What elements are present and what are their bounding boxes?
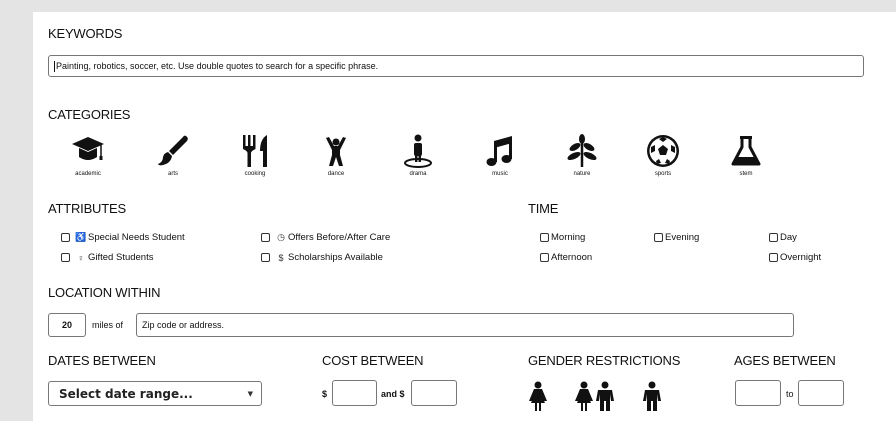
male-icon[interactable]	[641, 381, 663, 411]
category-label: sports	[654, 171, 672, 177]
fork-knife-icon	[243, 135, 267, 167]
checkbox[interactable]	[769, 253, 778, 262]
attribute-label: Offers Before/After Care	[288, 232, 391, 243]
checkbox[interactable]	[769, 233, 778, 242]
checkbox[interactable]	[540, 253, 549, 262]
cost-prefix: $	[322, 389, 328, 399]
attribute-before-after-care[interactable]: ◷ Offers Before/After Care	[261, 232, 390, 243]
female-icon[interactable]	[527, 381, 549, 411]
category-drama[interactable]: drama	[388, 133, 448, 177]
category-label: academic	[75, 171, 101, 177]
time-label: Afternoon	[551, 252, 593, 263]
ages-to-label: to	[786, 389, 794, 399]
age-min-input[interactable]	[735, 380, 781, 406]
category-label: cooking	[244, 171, 266, 177]
clock-icon: ◷	[277, 232, 285, 242]
cost-and-label: and $	[381, 389, 405, 399]
text-cursor	[54, 60, 55, 72]
attribute-label: Gifted Students	[88, 252, 154, 263]
paintbrush-icon	[158, 135, 188, 166]
category-label: arts	[167, 171, 178, 177]
date-range-value: Select date range...	[59, 386, 193, 401]
time-overnight[interactable]: Overnight	[769, 252, 821, 263]
categories-heading: CATEGORIES	[48, 107, 131, 122]
checkbox[interactable]	[61, 253, 70, 262]
stage-performer-icon	[404, 134, 432, 168]
checkbox[interactable]	[654, 233, 663, 242]
cost-max-input[interactable]	[411, 380, 457, 406]
coed-icon[interactable]	[573, 381, 617, 411]
time-label: Day	[780, 232, 797, 243]
leaf-sprout-icon	[567, 134, 597, 167]
dollar-icon: $	[278, 252, 284, 263]
time-label: Overnight	[780, 252, 822, 263]
time-heading: TIME	[528, 201, 559, 216]
checkbox[interactable]	[61, 233, 70, 242]
attribute-label: Scholarships Available	[288, 252, 383, 263]
category-label: music	[492, 171, 508, 177]
time-afternoon[interactable]: Afternoon	[540, 252, 592, 263]
chevron-down-icon: ▼	[247, 390, 253, 398]
music-note-icon	[486, 136, 512, 166]
ages-heading: AGES BETWEEN	[734, 353, 836, 368]
location-heading: LOCATION WITHIN	[48, 285, 161, 300]
category-arts[interactable]: arts	[143, 133, 203, 177]
cost-heading: COST BETWEEN	[322, 353, 424, 368]
category-nature[interactable]: nature	[552, 133, 612, 177]
cost-min-input[interactable]	[332, 380, 377, 406]
soccer-ball-icon	[647, 135, 679, 167]
gender-heading: GENDER RESTRICTIONS	[528, 353, 681, 368]
lightbulb-icon: ♀	[77, 252, 85, 263]
time-evening[interactable]: Evening	[654, 232, 699, 243]
category-label: stem	[739, 171, 753, 177]
time-morning[interactable]: Morning	[540, 232, 585, 243]
category-label: dance	[327, 171, 345, 177]
checkbox[interactable]	[540, 233, 549, 242]
attribute-label: Special Needs Student	[88, 232, 185, 243]
category-label: drama	[409, 171, 427, 177]
date-range-select[interactable]: Select date range... ▼	[48, 381, 262, 406]
checkbox[interactable]	[261, 233, 270, 242]
category-dance[interactable]: dance	[306, 133, 366, 177]
time-label: Morning	[551, 232, 586, 243]
flask-icon	[731, 136, 761, 166]
category-stem[interactable]: stem	[716, 133, 776, 177]
keywords-input[interactable]: Painting, robotics, soccer, etc. Use dou…	[48, 55, 864, 77]
keywords-placeholder: Painting, robotics, soccer, etc. Use dou…	[56, 61, 379, 71]
category-academic[interactable]: academic	[58, 133, 118, 177]
age-max-input[interactable]	[798, 380, 844, 406]
attribute-gifted[interactable]: ♀ Gifted Students	[61, 252, 153, 263]
attributes-heading: ATTRIBUTES	[48, 201, 126, 216]
checkbox[interactable]	[261, 253, 270, 262]
attribute-special-needs[interactable]: ♿ Special Needs Student	[61, 232, 185, 243]
wheelchair-icon: ♿	[75, 232, 87, 242]
time-day[interactable]: Day	[769, 232, 797, 243]
attribute-scholarships[interactable]: $ Scholarships Available	[261, 252, 383, 263]
category-sports[interactable]: sports	[633, 133, 693, 177]
category-label: nature	[573, 171, 591, 177]
miles-of-label: miles of	[92, 320, 124, 330]
graduation-cap-icon	[72, 137, 104, 160]
dates-heading: DATES BETWEEN	[48, 353, 156, 368]
category-music[interactable]: music	[470, 133, 530, 177]
category-cooking[interactable]: cooking	[225, 133, 285, 177]
keywords-heading: KEYWORDS	[48, 26, 123, 41]
miles-input[interactable]: 20	[48, 313, 86, 337]
address-input[interactable]: Zip code or address.	[136, 313, 794, 337]
time-label: Evening	[665, 232, 700, 243]
dancer-icon	[326, 137, 346, 166]
